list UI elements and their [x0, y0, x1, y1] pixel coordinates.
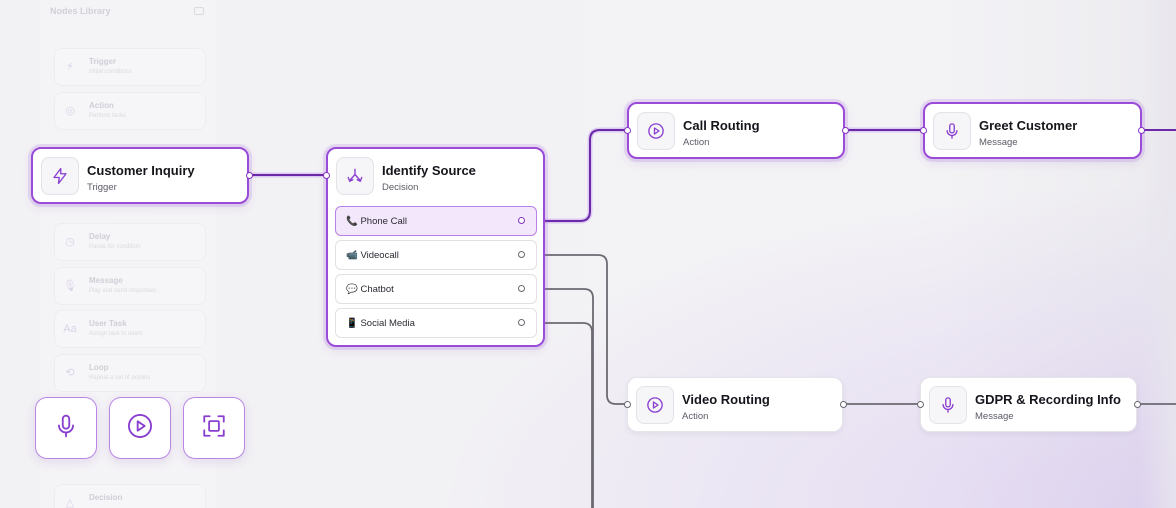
option-videocall[interactable]: 📹 Videocall: [335, 240, 537, 270]
play-icon: [637, 112, 675, 150]
lightning-icon: [41, 157, 79, 195]
play-tool-button[interactable]: [109, 397, 171, 459]
option-chatbot[interactable]: 💬 Chatbot: [335, 274, 537, 304]
output-port[interactable]: [842, 127, 849, 134]
microphone-icon: [933, 112, 971, 150]
option-label: 💬 Chatbot: [346, 284, 394, 295]
node-title: Identify Source: [382, 163, 476, 178]
output-port[interactable]: [518, 251, 525, 258]
node-gdpr-recording-info[interactable]: GDPR & Recording Info Message: [917, 377, 1141, 432]
option-social-media[interactable]: 📱 Social Media: [335, 308, 537, 338]
node-title: GDPR & Recording Info: [975, 392, 1121, 407]
node-subtitle: Action: [683, 137, 710, 148]
output-port[interactable]: [246, 172, 253, 179]
node-title: Greet Customer: [979, 118, 1078, 133]
node-subtitle: Action: [682, 411, 709, 422]
node-subtitle: Trigger: [87, 182, 117, 193]
input-port[interactable]: [323, 172, 330, 179]
node-identify-source[interactable]: Identify Source Decision 📞 Phone Call 📹 …: [323, 147, 545, 347]
play-icon: [126, 412, 154, 445]
node-subtitle: Message: [979, 137, 1018, 148]
option-phone-call[interactable]: 📞 Phone Call: [335, 206, 537, 236]
option-label: 📹 Videocall: [346, 250, 399, 261]
node-title: Video Routing: [682, 392, 770, 407]
input-port[interactable]: [624, 127, 631, 134]
node-customer-inquiry[interactable]: Customer Inquiry Trigger: [31, 147, 253, 204]
output-port[interactable]: [1134, 401, 1141, 408]
node-subtitle: Decision: [382, 182, 419, 193]
input-port[interactable]: [920, 127, 927, 134]
output-port[interactable]: [518, 217, 525, 224]
microphone-tool-button[interactable]: [35, 397, 97, 459]
focus-frame-tool-button[interactable]: [183, 397, 245, 459]
node-call-routing[interactable]: Call Routing Action: [624, 102, 849, 159]
option-label: 📞 Phone Call: [346, 216, 407, 227]
microphone-icon: [53, 413, 79, 444]
focus-frame-icon: [201, 413, 227, 444]
play-icon: [636, 386, 674, 424]
output-port[interactable]: [840, 401, 847, 408]
input-port[interactable]: [624, 401, 631, 408]
output-port[interactable]: [518, 319, 525, 326]
input-port[interactable]: [917, 401, 924, 408]
edge-social-down: [520, 322, 593, 508]
output-port[interactable]: [518, 285, 525, 292]
node-title: Customer Inquiry: [87, 163, 195, 178]
split-icon: [336, 157, 374, 195]
microphone-icon: [929, 386, 967, 424]
node-subtitle: Message: [975, 411, 1014, 422]
node-title: Call Routing: [683, 118, 760, 133]
node-greet-customer[interactable]: Greet Customer Message: [920, 102, 1145, 159]
output-port[interactable]: [1138, 127, 1145, 134]
option-label: 📱 Social Media: [346, 318, 415, 329]
node-video-routing[interactable]: Video Routing Action: [624, 377, 847, 432]
